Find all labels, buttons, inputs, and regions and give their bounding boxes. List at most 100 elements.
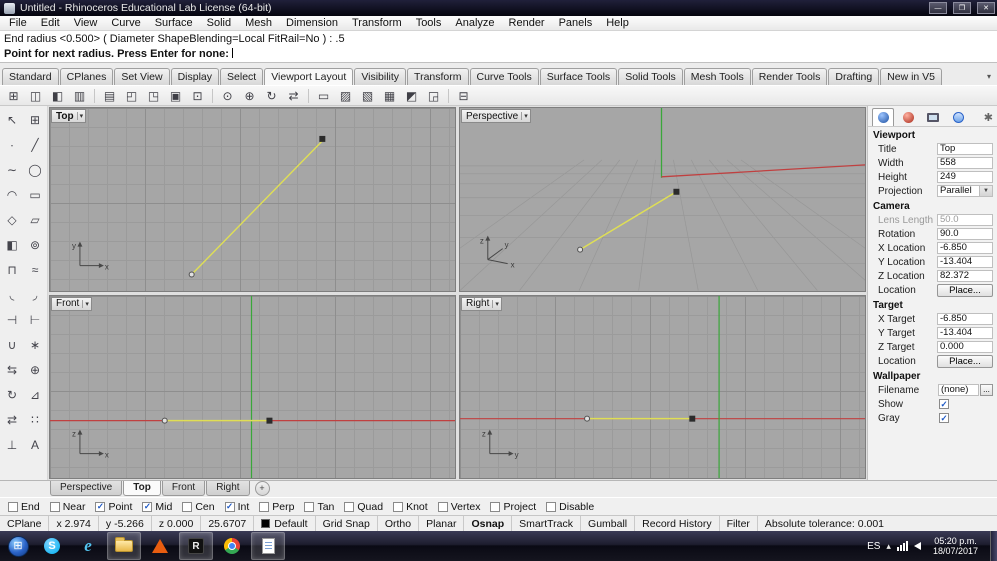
tab-set-view[interactable]: Set View <box>114 68 170 85</box>
tab-display[interactable]: Display <box>170 68 220 85</box>
zoom-window-icon[interactable]: ⊕ <box>239 87 260 105</box>
tab-properties[interactable] <box>872 108 894 126</box>
loft-icon[interactable]: ≈ <box>24 257 47 282</box>
tab-display[interactable] <box>922 108 944 126</box>
viewport-right[interactable]: Right ▾ z y <box>459 294 866 479</box>
tab-mesh-tools[interactable]: Mesh Tools <box>683 68 751 85</box>
menu-tools[interactable]: Tools <box>409 16 449 30</box>
close-button[interactable]: ✕ <box>977 2 995 14</box>
front-viewport-canvas[interactable]: z x <box>50 295 455 479</box>
target-y-field[interactable]: -13.404 <box>937 327 993 339</box>
dimension-icon[interactable]: ⊥ <box>1 432 24 457</box>
join-icon[interactable]: ∪ <box>1 332 24 357</box>
checkbox[interactable] <box>344 501 355 512</box>
checkbox[interactable] <box>546 501 557 512</box>
tab-surface-tools[interactable]: Surface Tools <box>539 68 618 85</box>
camera-x-field[interactable]: -6.850 <box>937 242 993 254</box>
viewport-top[interactable]: Top ▾ y x <box>49 107 456 292</box>
checkbox[interactable] <box>437 501 448 512</box>
menu-surface[interactable]: Surface <box>148 16 200 30</box>
start-button[interactable]: ⊞ <box>2 531 34 561</box>
wallpaper-filename-field[interactable]: (none) <box>938 384 979 396</box>
osnap-near[interactable]: Near <box>49 501 85 513</box>
checkbox[interactable] <box>8 501 18 512</box>
perspective-viewport-canvas[interactable]: z x y <box>460 108 865 291</box>
maximize-button[interactable]: ❐ <box>953 2 971 14</box>
camera-z-field[interactable]: 82.372 <box>937 270 993 282</box>
internet-explorer-taskbar-button[interactable]: e <box>71 532 105 560</box>
rotate-view-icon[interactable]: ↻ <box>261 87 282 105</box>
file-explorer-taskbar-button[interactable] <box>107 532 141 560</box>
control-point-marker[interactable] <box>673 188 680 195</box>
surface-icon[interactable]: ◧ <box>1 232 24 257</box>
point-icon[interactable]: ∙ <box>1 132 24 157</box>
control-point-marker[interactable] <box>689 415 696 422</box>
osnap-point[interactable]: Point <box>95 501 132 513</box>
skype-taskbar-button[interactable]: S <box>35 532 69 560</box>
menu-panels[interactable]: Panels <box>552 16 600 30</box>
osnap-tan[interactable]: Tan <box>304 501 334 513</box>
chevron-down-icon[interactable]: ▾ <box>521 112 528 120</box>
tab-transform[interactable]: Transform <box>407 68 469 85</box>
right-viewport-canvas[interactable]: z y <box>460 295 865 479</box>
viewport-rows-icon[interactable]: ▤ <box>99 87 120 105</box>
tab-drafting[interactable]: Drafting <box>828 68 880 85</box>
viewport-layout-2-icon[interactable]: ◧ <box>47 87 68 105</box>
chevron-down-icon[interactable]: ▾ <box>983 72 995 85</box>
tab-solid-tools[interactable]: Solid Tools <box>618 68 683 85</box>
grid-toggle-icon[interactable]: ▦ <box>379 87 400 105</box>
osnap-project[interactable]: Project <box>490 501 536 513</box>
sphere-icon[interactable]: ⊚ <box>24 232 47 257</box>
viewport-properties-icon[interactable]: ◲ <box>423 87 444 105</box>
vlc-taskbar-button[interactable] <box>143 532 177 560</box>
document-app-taskbar-button[interactable] <box>251 532 285 560</box>
viewport-front[interactable]: Front ▾ z x <box>49 294 456 479</box>
checkbox[interactable] <box>393 501 404 512</box>
explode-icon[interactable]: ∗ <box>24 332 47 357</box>
volume-icon[interactable] <box>913 542 921 550</box>
osnap-disable[interactable]: Disable <box>546 501 594 513</box>
gumball-toggle[interactable]: Gumball <box>581 516 636 531</box>
osnap-knot[interactable]: Knot <box>393 501 428 513</box>
menu-analyze[interactable]: Analyze <box>448 16 501 30</box>
curve-segment[interactable] <box>191 139 324 276</box>
osnap-int[interactable]: Int <box>224 501 249 513</box>
viewport-title-field[interactable]: Top <box>937 143 993 155</box>
target-z-field[interactable]: 0.000 <box>937 341 993 353</box>
tab-select[interactable]: Select <box>220 68 264 85</box>
menu-edit[interactable]: Edit <box>34 16 67 30</box>
checkbox[interactable] <box>490 501 501 512</box>
viewport-front-title[interactable]: Front ▾ <box>51 296 92 311</box>
viewport-corner-icon[interactable]: ◰ <box>121 87 142 105</box>
language-indicator[interactable]: ES <box>867 541 880 552</box>
viewport-tab-top[interactable]: Top <box>123 481 161 496</box>
tab-visibility[interactable]: Visibility <box>354 68 407 85</box>
viewport-top-title[interactable]: Top ▾ <box>51 109 87 123</box>
pan-view-icon[interactable]: ⇄ <box>283 87 304 105</box>
maximize-viewport-icon[interactable]: ▣ <box>165 87 186 105</box>
network-icon[interactable] <box>896 541 908 551</box>
tab-render-tools[interactable]: Render Tools <box>751 68 828 85</box>
viewport-right-title[interactable]: Right ▾ <box>461 296 502 311</box>
rectangle-icon[interactable]: ▭ <box>24 182 47 207</box>
grid-snap-toggle[interactable]: Grid Snap <box>316 516 378 531</box>
command-prompt-input[interactable]: Point for next radius. Press Enter for n… <box>0 47 997 63</box>
trim-icon[interactable]: ⊣ <box>1 307 24 332</box>
background-toggle-icon[interactable]: ◩ <box>401 87 422 105</box>
zoom-extents-icon[interactable]: ⊙ <box>217 87 238 105</box>
viewport-width-field[interactable]: 558 <box>937 157 993 169</box>
viewport-columns-icon[interactable]: ▥ <box>69 87 90 105</box>
menu-render[interactable]: Render <box>502 16 552 30</box>
gear-icon[interactable]: ✱ <box>984 111 993 124</box>
osnap-quad[interactable]: Quad <box>344 501 383 513</box>
move-icon[interactable]: ⇆ <box>1 357 24 382</box>
select-icon[interactable]: ↖ <box>1 107 24 132</box>
chevron-down-icon[interactable]: ▾ <box>76 112 83 120</box>
menu-file[interactable]: File <box>2 16 34 30</box>
browse-button[interactable]: ... <box>980 384 993 396</box>
wireframe-view-icon[interactable]: ▧ <box>357 87 378 105</box>
top-viewport-canvas[interactable]: y x <box>50 108 455 291</box>
chrome-taskbar-button[interactable] <box>215 532 249 560</box>
checkbox[interactable] <box>142 501 153 512</box>
selection-filter-icon[interactable]: ⊞ <box>24 107 47 132</box>
